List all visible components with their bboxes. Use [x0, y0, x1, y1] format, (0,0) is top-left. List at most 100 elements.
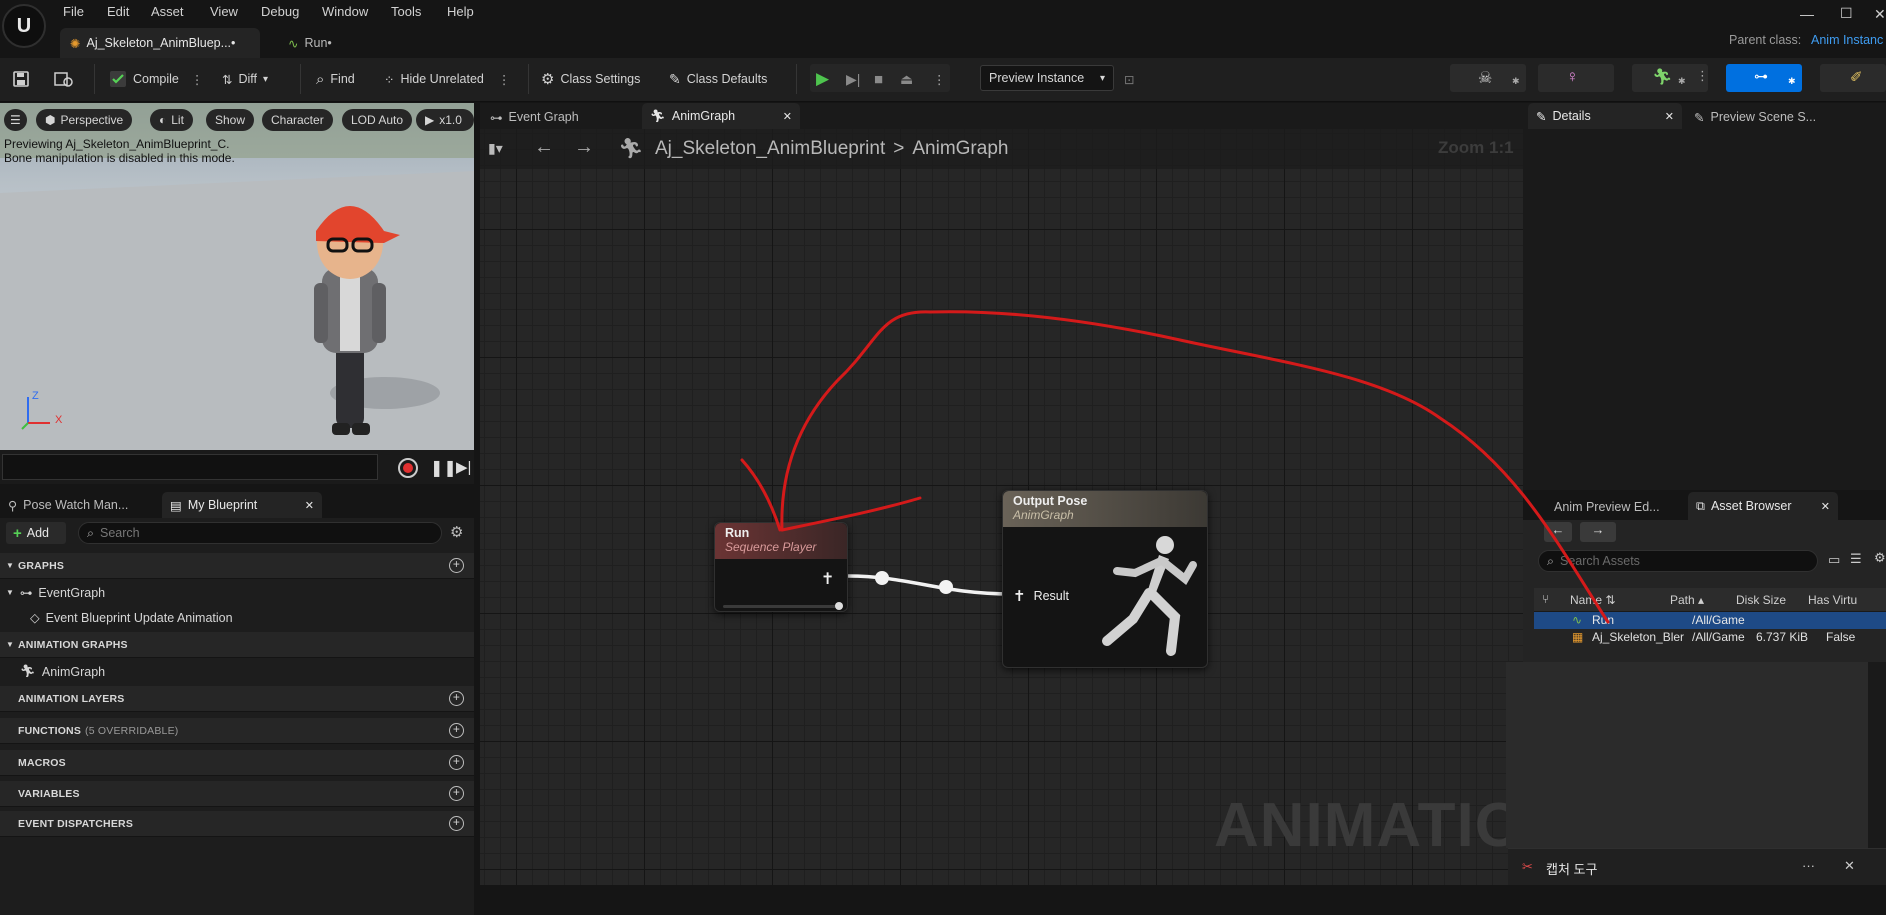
menu-window[interactable]: Window	[322, 4, 368, 19]
column-name[interactable]: Name ⇅	[1570, 593, 1615, 607]
capture-tool-bar[interactable]: ✂ 캡처 도구 ··· ✕	[1508, 848, 1886, 885]
tab-anim-blueprint[interactable]: ✺ Aj_Skeleton_AnimBluep...•	[60, 28, 260, 58]
lit-button[interactable]: ◐ Lit	[150, 109, 193, 131]
hide-unrelated-button[interactable]: ⁘ Hide Unrelated ⋮	[384, 66, 510, 92]
column-disk-size[interactable]: Disk Size	[1736, 593, 1786, 607]
close-tab-icon[interactable]: ✕	[1821, 500, 1830, 513]
find-button[interactable]: ⌕ Find	[316, 66, 355, 92]
menu-edit[interactable]: Edit	[107, 4, 129, 19]
pause-icon[interactable]: ❚❚	[430, 458, 457, 478]
step-forward-icon[interactable]: ▶|	[456, 458, 471, 476]
menu-tools[interactable]: Tools	[391, 4, 421, 19]
add-button[interactable]: + Add	[6, 522, 66, 544]
step-icon[interactable]: ▶|	[846, 66, 860, 92]
more-options-icon[interactable]: ···	[1802, 858, 1815, 873]
tab-my-blueprint[interactable]: ▤ My Blueprint ✕	[162, 492, 322, 518]
add-graph-icon[interactable]: +	[449, 558, 464, 573]
class-settings-button[interactable]: ⚙ Class Settings	[541, 66, 640, 92]
add-dispatcher-icon[interactable]: +	[449, 816, 464, 831]
timeline-scrubber[interactable]	[2, 454, 378, 480]
menu-asset[interactable]: Asset	[151, 4, 184, 19]
play-icon[interactable]: ▶	[816, 66, 829, 92]
tree-item-event-update[interactable]: ◇ Event Blueprint Update Animation	[30, 610, 233, 626]
asset-forward-icon[interactable]: →	[1580, 522, 1616, 542]
menu-view[interactable]: View	[210, 4, 238, 19]
close-tab-icon[interactable]: ✕	[783, 110, 792, 123]
tree-item-anim-graph[interactable]: 🏃︎ AnimGraph	[20, 664, 105, 679]
category-variables[interactable]: VARIABLES +	[0, 781, 474, 807]
breadcrumb-graph[interactable]: AnimGraph	[912, 138, 1008, 160]
physics-mode-button[interactable]: ✐	[1820, 64, 1886, 92]
pose-output-pin-icon[interactable]: ✝	[821, 569, 834, 589]
debug-filter-icon[interactable]: ⊡	[1124, 66, 1134, 92]
result-pin[interactable]: ✝ Result	[1013, 587, 1069, 605]
animation-mode-button[interactable]: 🏃︎ ✱ ⋮	[1632, 64, 1709, 92]
filter-icon[interactable]: ☰	[1850, 551, 1862, 567]
forward-arrow-icon[interactable]: →	[574, 136, 594, 159]
record-icon[interactable]	[398, 458, 418, 478]
node-output-pose[interactable]: Output Pose AnimGraph ✝ Result	[1002, 490, 1208, 668]
bookmark-icon[interactable]: ▮▾	[488, 140, 503, 157]
blueprint-mode-button[interactable]: ⊶ ✱	[1726, 64, 1802, 92]
category-event-dispatchers[interactable]: EVENT DISPATCHERS +	[0, 811, 474, 837]
character-button[interactable]: Character	[262, 109, 333, 131]
category-functions[interactable]: FUNCTIONS (5 OVERRIDABLE) +	[0, 718, 474, 744]
preview-instance-dropdown[interactable]: Preview Instance ▾	[980, 65, 1114, 91]
tab-event-graph[interactable]: ⊶ Event Graph	[484, 105, 634, 129]
lod-button[interactable]: LOD Auto	[342, 109, 413, 131]
menu-file[interactable]: File	[63, 4, 84, 19]
play-options-icon[interactable]: ⋮	[933, 66, 946, 92]
add-function-icon[interactable]: +	[449, 723, 464, 738]
tab-anim-preview[interactable]: Anim Preview Ed...	[1548, 494, 1666, 520]
class-defaults-button[interactable]: ✎ Class Defaults	[669, 66, 767, 92]
skeleton-mode-button[interactable]: ☠ ✱	[1450, 64, 1526, 92]
tab-details[interactable]: ✎ Details ✕	[1528, 103, 1682, 129]
tab-preview-scene[interactable]: ✎ Preview Scene S...	[1688, 105, 1822, 129]
tab-asset-browser[interactable]: ⧉ Asset Browser ✕	[1688, 492, 1838, 520]
tree-item-event-graph[interactable]: ▼ ⊶ EventGraph	[6, 585, 105, 601]
maximize-icon[interactable]: ☐	[1840, 5, 1853, 22]
settings-gear-icon[interactable]: ⚙	[1874, 550, 1886, 566]
compile-button[interactable]: Compile ⋮	[109, 66, 203, 92]
search-input[interactable]: ⌕ Search	[78, 522, 442, 544]
close-tab-icon[interactable]: ✕	[1665, 110, 1674, 123]
add-variable-icon[interactable]: +	[449, 786, 464, 801]
category-animation-layers[interactable]: ANIMATION LAYERS +	[0, 686, 474, 712]
search-assets-input[interactable]: ⌕ Search Assets	[1538, 550, 1818, 572]
tab-run[interactable]: ∿ Run•	[278, 28, 342, 58]
table-row[interactable]: ∿ Run /All/Game	[1534, 612, 1886, 629]
viewport-menu-button[interactable]: ☰	[4, 109, 27, 131]
diff-button[interactable]: ⇅ Diff ▾	[222, 66, 268, 92]
playback-speed-button[interactable]: ▶ x1.0	[416, 109, 474, 131]
menu-help[interactable]: Help	[447, 4, 474, 19]
close-window-icon[interactable]: ✕	[1874, 6, 1886, 23]
category-animation-graphs[interactable]: ▼ ANIMATION GRAPHS	[0, 632, 474, 658]
minimize-icon[interactable]: —	[1800, 6, 1814, 22]
category-macros[interactable]: MACROS +	[0, 750, 474, 776]
mesh-mode-button[interactable]: ♀	[1538, 64, 1614, 92]
perspective-button[interactable]: ⬢ Perspective	[36, 109, 133, 131]
column-path[interactable]: Path ▴	[1670, 593, 1704, 607]
compile-options-icon[interactable]: ⋮	[191, 72, 204, 87]
breadcrumb-blueprint[interactable]: Aj_Skeleton_AnimBlueprint	[655, 138, 885, 160]
column-has-virtual[interactable]: Has Virtu	[1808, 593, 1857, 607]
tab-pose-watch[interactable]: ⚲ Pose Watch Man...	[2, 492, 134, 518]
table-row[interactable]: ▦ Aj_Skeleton_Bler /All/Game 6.737 KiB F…	[1534, 629, 1886, 646]
asset-back-icon[interactable]: ←	[1544, 522, 1572, 542]
browse-icon[interactable]	[54, 66, 74, 92]
close-tab-icon[interactable]: ✕	[305, 499, 314, 512]
save-icon[interactable]	[12, 66, 30, 92]
show-button[interactable]: Show	[206, 109, 255, 131]
more-icon[interactable]: ⋮	[1696, 68, 1709, 84]
tab-anim-graph[interactable]: 🏃︎ AnimGraph ✕	[642, 103, 800, 129]
stop-icon[interactable]: ■	[874, 66, 883, 92]
back-arrow-icon[interactable]: ←	[534, 136, 554, 159]
menu-debug[interactable]: Debug	[261, 4, 299, 19]
column-options-icon[interactable]: ⑂	[1542, 592, 1549, 606]
settings-gear-icon[interactable]: ⚙	[450, 523, 463, 541]
close-icon[interactable]: ✕	[1844, 858, 1855, 874]
add-layer-icon[interactable]: +	[449, 691, 464, 706]
node-run-sequence-player[interactable]: Run Sequence Player ✝	[714, 522, 848, 612]
add-macro-icon[interactable]: +	[449, 755, 464, 770]
eject-icon[interactable]: ⏏	[900, 66, 913, 92]
